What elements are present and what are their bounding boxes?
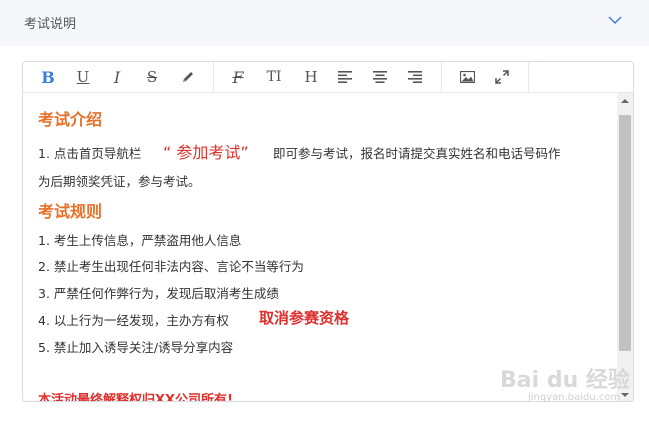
rules-heading: 考试规则 [38,202,103,221]
font-size-icon: TI [266,69,282,85]
intro-highlight: “ 参加考试” [163,143,249,162]
heading-button[interactable]: H [296,62,326,92]
bold-button[interactable]: B [33,62,63,92]
rich-text-editor: B U I S F TI H 考试介绍 1. 点击首页导航栏 “ 参加考试” 即… [22,61,634,402]
scrollbar-thumb[interactable] [619,115,631,351]
chevron-down-icon[interactable] [607,14,623,26]
section-header[interactable]: 考试说明 [0,0,649,46]
rule-item-5: 5. 禁止加入诱导关注/诱导分享内容 [38,340,234,355]
underline-button[interactable]: U [68,62,98,92]
toolbar-separator [441,62,442,93]
editor-toolbar: B U I S F TI H [23,62,633,93]
toolbar-separator [528,62,529,93]
highlight-button[interactable] [173,62,203,92]
strikethrough-button[interactable]: S [137,62,167,92]
align-center-button[interactable] [365,62,395,92]
clear-format-button[interactable]: F [223,62,253,92]
scroll-up-arrow-icon[interactable] [617,93,633,109]
fullscreen-button[interactable] [487,62,517,92]
editor-scrollbar[interactable] [617,93,633,401]
align-left-icon [338,71,352,83]
underline-icon: U [76,68,90,86]
font-size-button[interactable]: TI [259,62,289,92]
image-button[interactable] [452,62,482,92]
footer-note: 本活动最终解释权归XX公司所有! [38,393,233,402]
align-right-icon [408,71,422,83]
align-left-button[interactable] [330,62,360,92]
rule-item-3: 3. 严禁任何作弊行为，发现后取消考生成绩 [38,286,279,301]
image-icon [459,71,475,83]
italic-icon: I [113,67,121,87]
editor-content[interactable]: 考试介绍 1. 点击首页导航栏 “ 参加考试” 即可参与考试，报名时请提交真实姓… [23,93,619,402]
section-title: 考试说明 [24,17,77,32]
intro-line-1b: 即可参与考试，报名时请提交真实姓名和电话号码作 [273,146,561,161]
toolbar-separator [213,62,214,93]
italic-button[interactable]: I [102,62,132,92]
pencil-icon [183,72,193,82]
intro-heading: 考试介绍 [38,110,103,129]
rule-item-1: 1. 考生上传信息，严禁盗用他人信息 [38,233,242,248]
align-right-button[interactable] [400,62,430,92]
clear-format-icon: F [232,67,244,87]
rule-4-highlight: 取消参赛资格 [259,309,350,327]
intro-line-2: 为后期领奖凭证，参与考试。 [38,174,201,189]
rule-item-4: 4. 以上行为一经发现，主办方有权 [38,313,229,328]
intro-line-1a: 1. 点击首页导航栏 [38,146,142,161]
heading-icon: H [304,68,318,86]
watermark-logo: Bai du 经验 [500,368,630,393]
strikethrough-icon: S [146,68,158,86]
align-center-icon [373,71,387,83]
bold-icon: B [41,67,55,87]
rule-item-2: 2. 禁止考生出现任何非法内容、言论不当等行为 [38,259,304,274]
fullscreen-icon [495,70,509,84]
watermark-url: jingyan.baidu.com [528,392,621,403]
